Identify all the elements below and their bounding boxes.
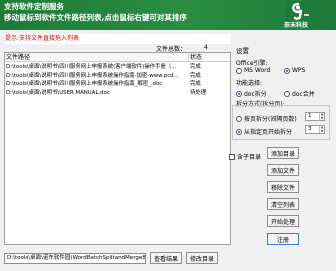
row-path: D:\tools\桌面\说明书\四川服务网上申报系统操作指南-加密-www.pc… [6,72,179,79]
engine-msword-radio[interactable]: MS Word [236,67,270,74]
radio-indicator [284,67,290,74]
checkbox-indicator [229,153,235,160]
view-result-button[interactable]: 查看结果 [150,252,182,264]
spin-arrows-icon[interactable]: ▲ ▼ [319,112,324,120]
row-path: D:\tools\桌面\说明书\四川服务网上申报系统操作指南_解密_.doc [6,81,163,87]
brand-name: 奈末科技 [284,22,309,29]
engine-msword-label: MS Word [244,67,271,74]
start-process-button[interactable]: 开始处理 [267,215,299,227]
header-banner: 支持软件定制服务 移动鼠标到软件文件路径列表,点击鼠标右键可对其排序 奈末科技 [0,0,336,30]
register-button[interactable]: 注册 [267,233,299,245]
split-from-page-label: 从指定页开始拆分 [244,129,293,136]
radio-indicator [236,67,242,74]
table-row[interactable]: D:\tools\桌面\说明书\USER MANUAL.doc 待处理 [5,89,230,98]
radio-indicator [236,90,242,97]
interval-pages-stepper[interactable]: 1 ▲ ▼ [305,112,325,121]
function-split-label: doc拆分 [244,91,267,98]
add-directory-button[interactable]: 添加目录 [267,147,299,159]
function-merge-radio[interactable]: doc合并 [284,89,315,98]
sort-hint-text: 移动鼠标到软件文件路径列表,点击鼠标右键可对其排序 [4,13,187,22]
row-status: 完成 [190,72,201,79]
office-engine-label: Office引擎: [236,60,268,67]
radio-indicator [284,90,290,97]
spin-arrows-icon[interactable]: ▲ ▼ [319,125,324,133]
settings-title: 设置 [236,47,249,55]
engine-wps-radio[interactable]: WPS [284,67,305,74]
file-list-table[interactable]: 文件路径 状态 D:\tools\桌面\说明书\四川服务网上申报系统(客户端软件… [4,52,231,245]
remove-file-button[interactable]: 移除文件 [267,181,299,193]
row-status: 完成 [190,64,201,70]
row-status: 完成 [190,81,201,87]
engine-wps-label: WPS [292,67,306,74]
table-row[interactable]: D:\tools\桌面\说明书\四川服务网上申报系统操作指南-加密-www.pc… [5,72,230,81]
interval-pages-value: 1 [308,113,312,119]
drag-notice: 提示:支持文件直接拖入列表 [4,34,231,44]
function-label: 功能选择: [236,80,263,87]
radio-indicator [236,115,242,122]
nine-logo-icon [286,1,312,21]
table-row[interactable]: D:\tools\桌面\说明书\四川服务网上申报系统操作指南_解密_.doc 完… [5,80,230,89]
add-file-button[interactable]: 添加文件 [267,164,299,176]
start-page-value: 3 [308,126,312,132]
table-row[interactable]: D:\tools\桌面\说明书\四川服务网上申报系统(客户端软件)操作手册（..… [5,63,230,72]
row-status: 待处理 [190,89,207,96]
output-path-field[interactable]: D:\tools\桌面\诺东软件园(WordBatchSplitandMerge… [4,253,146,264]
modify-directory-button[interactable]: 修改目录 [186,252,218,264]
column-header-status[interactable]: 状态 [190,53,202,62]
split-by-interval-label: 按页拆分(间隔页数) [244,116,297,123]
radio-indicator [236,128,242,135]
function-merge-label: doc合并 [292,91,315,98]
split-from-page-radio[interactable]: 从指定页开始拆分 [236,127,292,136]
row-path: D:\tools\桌面\说明书\四川服务网上申报系统(客户端软件)操作手册（..… [6,64,177,70]
file-count-value: 4 [204,44,208,51]
service-text: 支持软件定制服务 [4,2,64,11]
split-by-interval-radio[interactable]: 按页拆分(间隔页数) [236,114,297,123]
function-split-radio[interactable]: doc拆分 [236,89,267,98]
include-subdirs-label: 含子目录 [237,154,262,161]
include-subdirs-checkbox[interactable]: 含子目录 [229,152,261,161]
column-header-path[interactable]: 文件路径 [6,53,30,62]
start-page-stepper[interactable]: 3 ▲ ▼ [305,125,325,134]
row-path: D:\tools\桌面\说明书\USER MANUAL.doc [6,89,110,96]
clear-list-button[interactable]: 清空列表 [267,198,299,210]
table-header: 文件路径 状态 [5,53,230,62]
column-divider[interactable] [188,53,189,62]
